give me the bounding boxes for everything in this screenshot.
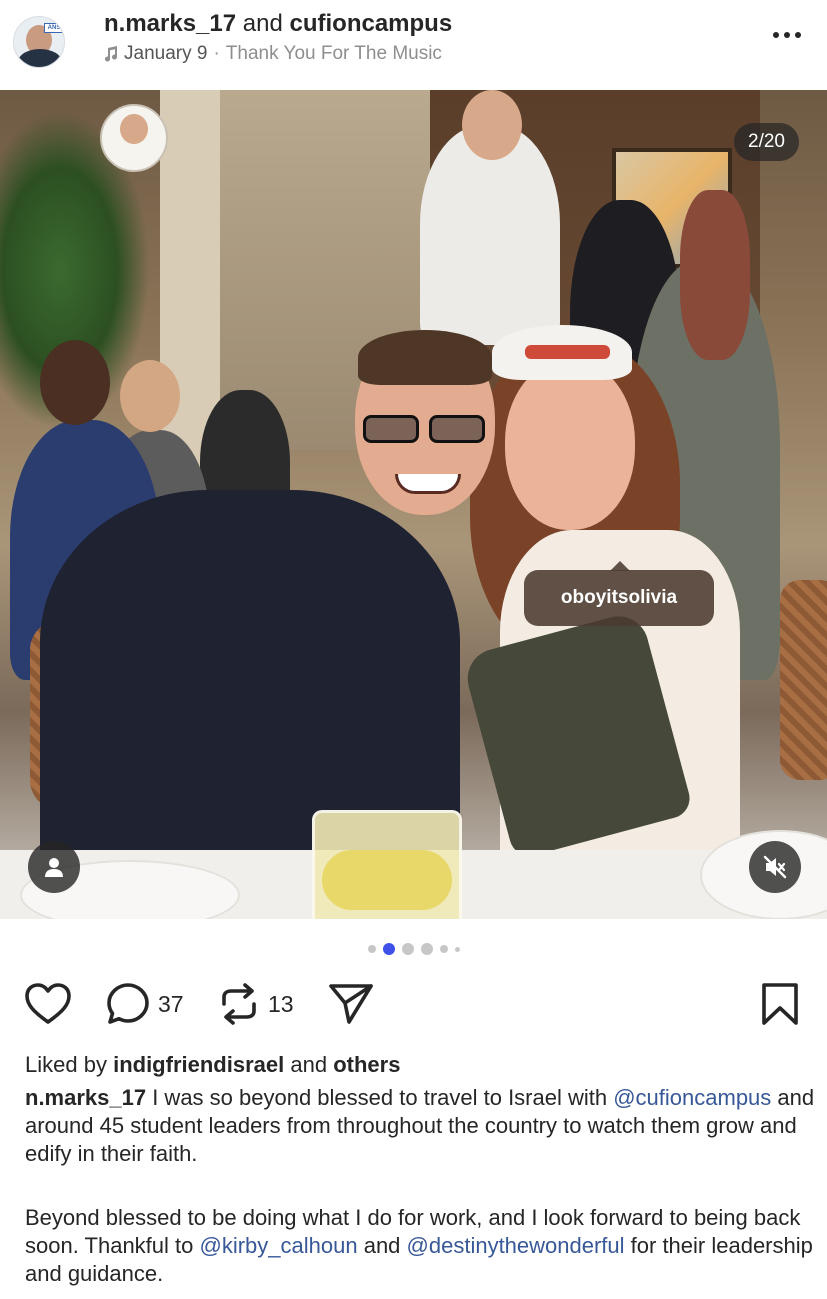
mute-button[interactable] (749, 841, 801, 893)
caption-author[interactable]: n.marks_17 (25, 1085, 146, 1110)
likes-summary[interactable]: Liked by indigfriendisrael and others (25, 1052, 400, 1078)
likes-joiner: and (290, 1052, 328, 1077)
carousel-counter: 2/20 (734, 123, 799, 161)
glasses-lens-left (363, 415, 419, 443)
authors-joiner: and (242, 10, 283, 37)
post-date: January 9 (124, 43, 208, 64)
photo-wall-sign-face (120, 114, 148, 144)
heart-icon (25, 983, 71, 1024)
more-options-button[interactable] (773, 32, 801, 38)
likes-prefix: Liked by (25, 1052, 107, 1077)
comment-button[interactable]: 37 (106, 982, 184, 1026)
avatar-body (18, 49, 62, 67)
tagged-people-button[interactable] (28, 841, 80, 893)
carousel-dot (454, 946, 460, 952)
share-button[interactable] (328, 982, 374, 1026)
paper-plane-icon (329, 984, 373, 1024)
more-dot-icon (773, 32, 779, 38)
photo-woman-head (505, 360, 635, 530)
user-tag[interactable]: oboyitsolivia (524, 561, 714, 626)
repost-icon (222, 983, 256, 1025)
save-button[interactable] (761, 982, 799, 1026)
photo-pitcher-juice (322, 850, 452, 910)
photo-person-background-head (462, 90, 522, 160)
action-bar: 37 13 (0, 976, 827, 1032)
post-authors: n.marks_17 and cufioncampus (104, 10, 452, 38)
post-photo[interactable]: 2/20 oboyitsolivia (0, 90, 827, 919)
avatar[interactable]: ANS (13, 16, 65, 68)
more-dot-icon (784, 32, 790, 38)
more-dot-icon (795, 32, 801, 38)
comments-count: 37 (158, 990, 184, 1017)
photo-man-smile (395, 474, 461, 494)
carousel-dot (420, 943, 433, 955)
photo-person-blue-shirt-head (40, 340, 110, 425)
mention-link[interactable]: @kirby_calhoun (200, 1233, 358, 1258)
bookmark-icon (762, 983, 798, 1025)
collaborator-username[interactable]: cufioncampus (289, 10, 452, 37)
carousel-dots[interactable] (0, 940, 827, 958)
likes-others[interactable]: others (333, 1052, 400, 1077)
mention-link[interactable]: @destinythewonderful (407, 1233, 625, 1258)
avatar-badge: ANS (44, 23, 64, 33)
glasses-lens-right (429, 415, 485, 443)
caption-paragraph: n.marks_17 I was so beyond blessed to tr… (25, 1084, 815, 1168)
author-username[interactable]: n.marks_17 (104, 10, 236, 37)
photo-chair-right (780, 580, 827, 780)
comment-bubble-icon (107, 983, 149, 1024)
photo-person-right-hair (680, 190, 750, 360)
song-title[interactable]: Thank You For The Music (226, 43, 442, 65)
carousel-dot (401, 943, 414, 955)
subline-separator: · (213, 43, 220, 64)
like-button[interactable] (24, 982, 72, 1026)
photo-man-glasses (363, 415, 488, 445)
carousel-dot-active (382, 943, 395, 955)
speaker-muted-icon (763, 855, 787, 879)
photo-man-hair (358, 330, 492, 385)
post-header: ANS n.marks_17 and cufioncampus January … (0, 0, 827, 90)
person-icon (45, 858, 63, 877)
post-caption: n.marks_17 I was so beyond blessed to tr… (25, 1084, 815, 1288)
caption-text: I was so beyond blessed to travel to Isr… (146, 1085, 614, 1110)
photo-woman-cap-band (525, 345, 610, 359)
likes-user[interactable]: indigfriendisrael (113, 1052, 284, 1077)
music-note-icon (105, 46, 118, 62)
post-subline: January 9 · Thank You For The Music (104, 43, 442, 65)
photo-person-seated-head (120, 360, 180, 432)
caption-text: and (357, 1233, 407, 1258)
mention-link[interactable]: @cufioncampus (613, 1085, 771, 1110)
caption-paragraph: Beyond blessed to be doing what I do for… (25, 1204, 815, 1288)
carousel-dot (439, 945, 448, 953)
repost-button[interactable]: 13 (218, 982, 294, 1026)
carousel-dot (367, 945, 376, 953)
reposts-count: 13 (268, 990, 294, 1017)
